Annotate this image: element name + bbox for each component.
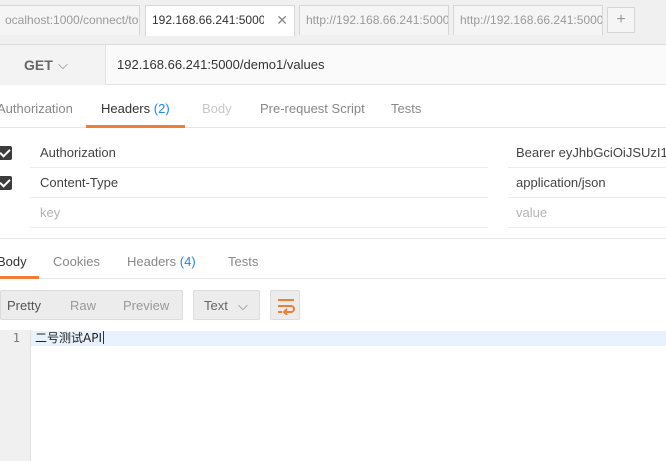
url-input[interactable]: 192.168.66.241:5000/demo1/values xyxy=(117,45,324,85)
tab-response-body[interactable]: Body xyxy=(0,239,39,279)
headers-count-badge: (2) xyxy=(153,101,170,116)
header-value-field[interactable]: Bearer eyJhbGciOiJSUzI1NiI xyxy=(508,138,666,168)
tab-label: ocalhost:1000/connect/tok xyxy=(5,13,140,27)
wrap-lines-button[interactable] xyxy=(270,290,300,320)
text-cursor xyxy=(103,331,104,344)
headers-table: Authorization Bearer eyJhbGciOiJSUzI1NiI… xyxy=(0,138,666,228)
header-row: Authorization Bearer eyJhbGciOiJSUzI1NiI xyxy=(0,138,666,168)
raw-button[interactable]: Raw xyxy=(70,291,96,319)
request-tabs: Authorization Headers (2) Body Pre-reque… xyxy=(0,85,666,128)
tab-headers[interactable]: Headers (2) xyxy=(86,85,185,128)
tab-label: Cookies xyxy=(53,254,100,269)
response-headers-count-badge: (4) xyxy=(179,254,196,269)
tab-body[interactable]: Body xyxy=(202,85,232,128)
tab-label: Body xyxy=(0,254,27,269)
tab-pre-request-script[interactable]: Pre-request Script xyxy=(260,85,365,128)
header-row-new: key value xyxy=(0,198,666,228)
tab-label: Authorization xyxy=(0,101,73,116)
format-select[interactable]: Text ⌵ xyxy=(193,290,260,320)
new-header-key-input[interactable]: key xyxy=(30,198,488,228)
tab-label: Body xyxy=(202,101,232,116)
tab-label: http://192.168.66.241:5000/ xyxy=(306,13,448,27)
request-tab-active[interactable]: 192.168.66.241:5000/ ✕ xyxy=(145,5,295,36)
tab-tests[interactable]: Tests xyxy=(391,85,421,128)
tab-response-tests[interactable]: Tests xyxy=(228,239,258,279)
request-tab[interactable]: ocalhost:1000/connect/tok xyxy=(0,5,140,35)
tab-response-headers[interactable]: Headers (4) xyxy=(127,239,196,279)
tab-authorization[interactable]: Authorization xyxy=(0,85,73,128)
chevron-down-icon: ⌵ xyxy=(238,298,248,313)
tab-label: http://192.168.66.241:5000/ xyxy=(460,13,602,27)
tab-strip: ocalhost:1000/connect/tok 192.168.66.241… xyxy=(0,0,666,45)
wrap-lines-icon xyxy=(278,299,295,315)
line-gutter xyxy=(0,330,31,461)
request-bar: GET ⌵ 192.168.66.241:5000/demo1/values xyxy=(0,45,666,85)
view-mode-group: Pretty Raw Preview xyxy=(0,290,183,320)
header-row: Content-Type application/json xyxy=(0,168,666,198)
tab-label: Headers xyxy=(101,101,151,116)
response-body-text[interactable]: 二号测试API xyxy=(35,331,104,345)
new-header-value-input[interactable]: value xyxy=(508,198,666,228)
tab-label: Tests xyxy=(228,254,259,269)
method-label: GET xyxy=(24,57,53,73)
close-icon[interactable]: ✕ xyxy=(276,6,288,34)
header-enabled-checkbox[interactable] xyxy=(0,176,12,190)
header-key-field[interactable]: Content-Type xyxy=(30,168,488,198)
header-enabled-checkbox[interactable] xyxy=(0,146,12,160)
pretty-button[interactable]: Pretty xyxy=(7,291,41,319)
tab-cookies[interactable]: Cookies xyxy=(53,239,100,279)
tab-label: 192.168.66.241:5000/ xyxy=(152,13,264,27)
request-tab[interactable]: http://192.168.66.241:5000/ xyxy=(453,5,603,35)
preview-button[interactable]: Preview xyxy=(123,291,169,319)
new-tab-button[interactable]: + xyxy=(607,7,635,33)
active-line-highlight xyxy=(31,331,666,346)
header-key-field[interactable]: Authorization xyxy=(30,138,488,168)
format-select-value: Text xyxy=(204,298,228,313)
response-tabs: Body Cookies Headers (4) Tests xyxy=(0,238,666,279)
header-value-field[interactable]: application/json xyxy=(508,168,666,198)
postman-window: ocalhost:1000/connect/tok 192.168.66.241… xyxy=(0,0,666,461)
tab-label: Tests xyxy=(391,101,422,116)
method-select[interactable]: GET ⌵ xyxy=(0,45,106,85)
tab-label: Headers xyxy=(127,254,177,269)
line-number: 1 xyxy=(12,331,20,345)
request-tab[interactable]: http://192.168.66.241:5000/ xyxy=(299,5,449,35)
response-line: 二号测试API xyxy=(35,331,102,345)
chevron-down-icon: ⌵ xyxy=(58,57,68,72)
tab-label: Pre-request Script xyxy=(260,101,365,116)
